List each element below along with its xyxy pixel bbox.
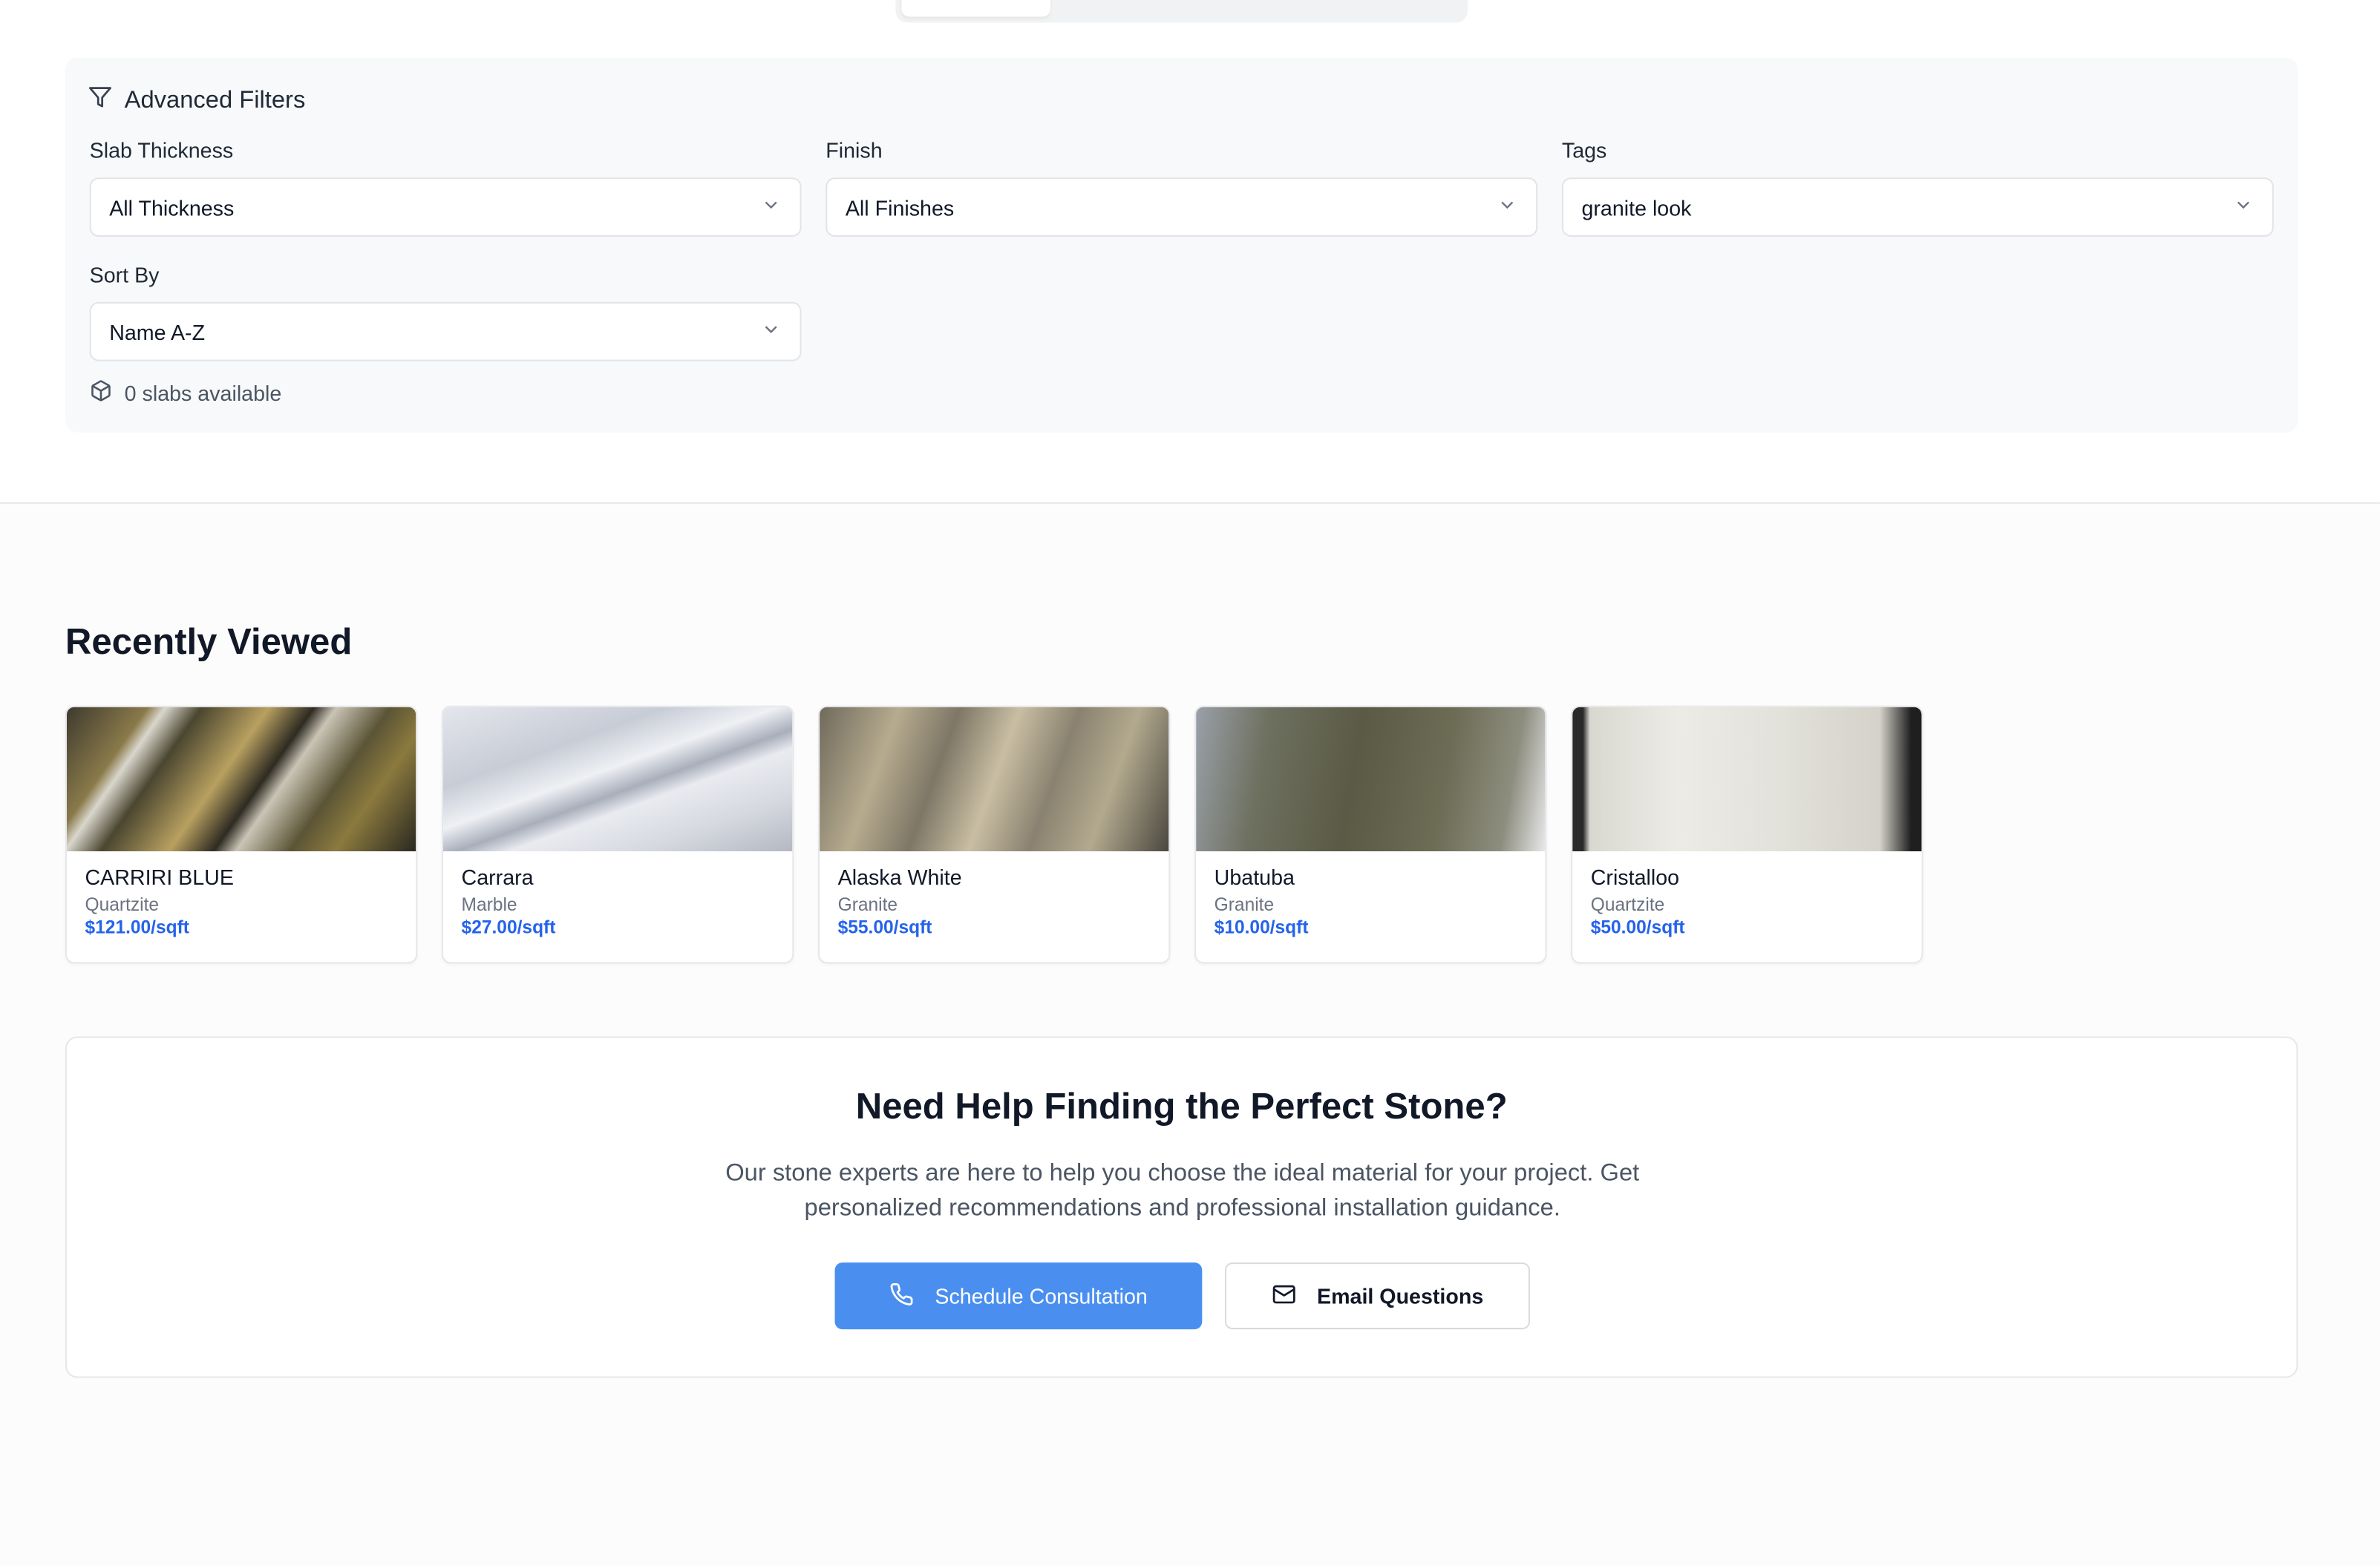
slab-name: Cristalloo bbox=[1590, 865, 1680, 890]
slab-name: Ubatuba bbox=[1214, 865, 1295, 890]
slab-card[interactable]: Alaska White Granite $55.00/sqft bbox=[818, 705, 1171, 964]
slab-count: 0 slabs available bbox=[90, 379, 282, 407]
chevron-down-icon bbox=[760, 194, 782, 220]
slab-card[interactable]: Carrara Marble $27.00/sqft bbox=[441, 705, 794, 964]
finish-label: Finish bbox=[826, 138, 883, 163]
tags-select[interactable]: granite look bbox=[1561, 177, 2274, 237]
thickness-label: Slab Thickness bbox=[89, 138, 234, 163]
finish-select[interactable]: All Finishes bbox=[826, 177, 1538, 237]
advanced-filters-panel: Advanced Filters Slab Thickness All Thic… bbox=[65, 57, 2298, 433]
slab-card[interactable]: Ubatuba Granite $10.00/sqft bbox=[1194, 705, 1547, 964]
slab-count-text: 0 slabs available bbox=[124, 381, 282, 405]
slab-image bbox=[66, 707, 416, 852]
slab-name: CARRIRI BLUE bbox=[85, 865, 234, 890]
tags-value: granite look bbox=[1581, 194, 1692, 220]
slab-type: Granite bbox=[837, 894, 898, 915]
chevron-down-icon bbox=[760, 318, 782, 344]
slab-name: Carrara bbox=[461, 865, 534, 890]
schedule-consultation-button[interactable]: Schedule Consultation bbox=[834, 1262, 1203, 1330]
finish-value: All Finishes bbox=[845, 194, 955, 220]
recently-viewed-title: Recently Viewed bbox=[65, 622, 353, 664]
slab-image bbox=[820, 707, 1169, 852]
help-title: Need Help Finding the Perfect Stone? bbox=[855, 1086, 1508, 1128]
email-questions-button[interactable]: Email Questions bbox=[1224, 1262, 1530, 1330]
email-questions-label: Email Questions bbox=[1316, 1283, 1484, 1308]
slab-type: Quartzite bbox=[1590, 894, 1665, 915]
view-tabs bbox=[895, 0, 1468, 23]
slab-price: $50.00/sqft bbox=[1590, 916, 1685, 938]
sort-label: Sort By bbox=[89, 262, 160, 287]
chevron-down-icon bbox=[2233, 194, 2255, 220]
slab-price: $121.00/sqft bbox=[85, 916, 189, 938]
thickness-select[interactable]: All Thickness bbox=[89, 177, 802, 237]
slab-image bbox=[443, 707, 793, 852]
slab-card[interactable]: CARRIRI BLUE Quartzite $121.00/sqft bbox=[65, 705, 418, 964]
slab-price: $55.00/sqft bbox=[837, 916, 932, 938]
sort-select[interactable]: Name A-Z bbox=[89, 301, 802, 361]
package-icon bbox=[90, 379, 113, 407]
chevron-down-icon bbox=[1497, 194, 1518, 220]
tags-label: Tags bbox=[1561, 138, 1607, 163]
tab-active[interactable] bbox=[901, 0, 1050, 17]
filters-title: Advanced Filters bbox=[124, 87, 306, 114]
slab-image bbox=[1196, 707, 1546, 852]
thickness-value: All Thickness bbox=[109, 194, 235, 220]
filter-icon bbox=[88, 85, 113, 117]
slab-type: Marble bbox=[461, 894, 517, 915]
recently-viewed-list: CARRIRI BLUE Quartzite $121.00/sqft Carr… bbox=[65, 705, 1923, 964]
help-panel: Need Help Finding the Perfect Stone? Our… bbox=[65, 1036, 2298, 1378]
slab-image bbox=[1572, 707, 1922, 852]
sort-value: Name A-Z bbox=[109, 319, 206, 344]
slab-name: Alaska White bbox=[837, 865, 962, 890]
help-text: Our stone experts are here to help you c… bbox=[725, 1161, 1640, 1222]
mail-icon bbox=[1272, 1282, 1296, 1311]
slab-card[interactable]: Cristalloo Quartzite $50.00/sqft bbox=[1571, 705, 1923, 964]
phone-icon bbox=[889, 1282, 914, 1311]
filters-heading: Advanced Filters bbox=[88, 85, 306, 117]
filter-section: Advanced Filters Slab Thickness All Thic… bbox=[0, 0, 2380, 504]
slab-price: $27.00/sqft bbox=[461, 916, 556, 938]
slab-type: Quartzite bbox=[85, 894, 160, 915]
schedule-consultation-label: Schedule Consultation bbox=[935, 1283, 1148, 1308]
slab-type: Granite bbox=[1214, 894, 1275, 915]
slab-price: $10.00/sqft bbox=[1214, 916, 1309, 938]
